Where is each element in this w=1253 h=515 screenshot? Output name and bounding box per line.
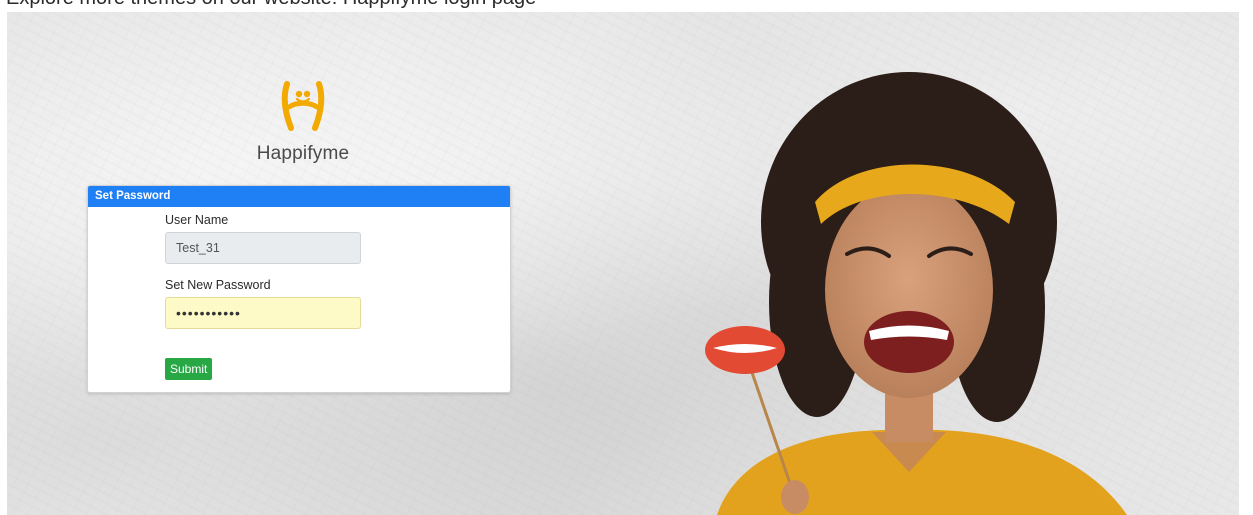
login-background: Happifyme Set Password User Name Set New… xyxy=(7,12,1239,515)
top-caption: Explore more themes on our website: Happ… xyxy=(6,0,536,10)
brand-name: Happifyme xyxy=(256,143,350,164)
new-password-label: Set New Password xyxy=(165,278,271,292)
username-label: User Name xyxy=(165,213,229,227)
hero-image xyxy=(705,72,1127,515)
new-password-field[interactable] xyxy=(165,297,361,329)
set-password-header: Set Password xyxy=(88,186,510,207)
happifyme-logo-icon xyxy=(281,81,325,131)
submit-button[interactable]: Submit xyxy=(165,358,213,380)
username-field[interactable] xyxy=(165,232,361,264)
set-password-form: User Name Set New Password Submit xyxy=(165,213,365,380)
brand: Happifyme xyxy=(223,80,383,165)
set-password-panel: Set Password User Name Set New Password … xyxy=(87,185,511,393)
